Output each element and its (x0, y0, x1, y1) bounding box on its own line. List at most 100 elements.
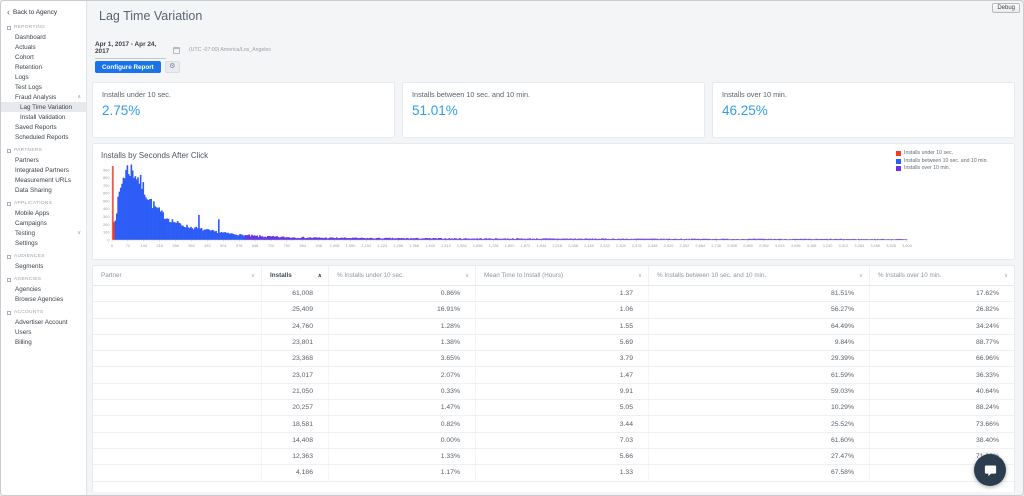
value-cell: 24,760 (261, 318, 328, 334)
filter-chevron-icon[interactable]: ∨ (859, 273, 863, 279)
stat-card-installs-over-10-min: Installs over 10 min. 46.25% (712, 82, 1015, 138)
sidebar-item-fraud-analysis[interactable]: Fraud Analysis ∧ (1, 92, 86, 102)
table-header-row: Partner ∨ Installs ∧ % Installs under 10 sec… (93, 266, 1014, 286)
sidebar-item-cohort[interactable]: Cohort (1, 52, 86, 62)
column-label: % Installs under 10 sec. (337, 272, 404, 279)
sort-asc-icon[interactable]: ∧ (318, 273, 322, 279)
partner-cell (93, 367, 261, 382)
value-cell: 38.40% (869, 432, 1014, 448)
sidebar-item-campaigns[interactable]: Campaigns (1, 218, 86, 228)
report-settings-button[interactable]: ⚙ (164, 61, 180, 73)
column-header-installs-under-10-sec[interactable]: % Installs under 10 sec. ∨ (328, 266, 475, 285)
svg-text:1,584: 1,584 (457, 243, 468, 248)
debug-button[interactable]: Debug (992, 3, 1020, 13)
sidebar-item-retention[interactable]: Retention (1, 62, 86, 72)
filter-chevron-icon[interactable]: ∨ (465, 273, 469, 279)
sidebar-item-logs[interactable]: Logs (1, 72, 86, 82)
value-cell: 1.17% (328, 465, 475, 481)
sidebar-item-saved-reports[interactable]: Saved Reports (1, 122, 86, 132)
column-header-installs-over-10-min[interactable]: % Installs over 10 min. ∨ (869, 266, 1014, 285)
sidebar-item-actuals[interactable]: Actuals (1, 42, 86, 52)
svg-text:400: 400 (103, 206, 110, 211)
sidebar-item-install-validation[interactable]: Install Validation (1, 112, 86, 122)
table-row[interactable]: 12,3631.33%5.6627.47%71.20% (93, 448, 1014, 466)
sidebar-item-label: Retention (15, 63, 42, 71)
value-cell: 67.58% (648, 465, 869, 481)
sidebar-item-advertiser-account[interactable]: Advertiser Account (1, 317, 86, 327)
configure-report-button[interactable]: Configure Report (95, 61, 161, 73)
report-actions: Configure Report ⚙ (95, 61, 180, 73)
svg-text:864: 864 (300, 243, 307, 248)
value-cell: 9.84% (648, 334, 869, 351)
legend-item-installs-over-10-min: Installs over 10 min. (896, 165, 1004, 172)
table-row[interactable]: 25,409 16.91% 1.06 56.27% 26.82% (93, 302, 1014, 319)
table-row[interactable]: 4,1861.17%1.3367.58%31.25% (93, 465, 1014, 482)
svg-text:1,728: 1,728 (489, 243, 499, 248)
sidebar-item-label: Test Logs (15, 83, 42, 91)
main-content: Debug Lag Time Variation Apr 1, 2017 - A… (88, 2, 1022, 494)
svg-text:3,528: 3,528 (886, 243, 896, 248)
sidebar-item-segments[interactable]: Segments (1, 261, 86, 271)
sidebar-item-partners[interactable]: Partners (1, 155, 86, 165)
sidebar-item-browse-agencies[interactable]: Browse Agencies (1, 294, 86, 304)
sidebar-item-users[interactable]: Users (1, 327, 86, 337)
column-header-installs[interactable]: Installs ∧ (261, 266, 328, 285)
sidebar-item-data-sharing[interactable]: Data Sharing (1, 185, 86, 195)
table-row[interactable]: 14,408 0.00% 7.03 61.60% 38.40% (93, 432, 1014, 449)
svg-text:500: 500 (103, 198, 110, 203)
section-label: Reporting (14, 25, 46, 30)
svg-text:3,096: 3,096 (791, 243, 801, 248)
sidebar-item-measurement-urls[interactable]: Measurement URLs (1, 175, 86, 185)
sidebar-sections: Reporting Dashboard Actuals Cohort Retention… (1, 23, 86, 347)
partner-cell (93, 416, 261, 431)
column-header-mean-time-to-install-hours[interactable]: Mean Time to Install (Hours) ∨ (475, 266, 648, 285)
sidebar-item-testing[interactable]: Testing ∨ (1, 228, 86, 238)
table-row[interactable]: 21,050 0.33% 9.91 59.03% 40.64% (93, 383, 1014, 401)
table-row[interactable]: 20,257 1.47% 5.05 10.29% 88.24% (93, 400, 1014, 417)
stat-label: Installs between 10 sec. and 10 min. (412, 90, 531, 99)
sidebar-item-integrated-partners[interactable]: Integrated Partners (1, 165, 86, 175)
sidebar-item-label: Segments (15, 262, 44, 270)
partner-cell (93, 400, 261, 415)
sidebar-item-dashboard[interactable]: Dashboard (1, 32, 86, 42)
value-cell: 26.82% (869, 302, 1014, 318)
svg-text:2,880: 2,880 (743, 243, 754, 248)
table-row[interactable]: 24,760 1.28% 1.55 64.49% 34.24% (93, 318, 1014, 335)
value-cell: 40.64% (869, 383, 1014, 400)
sidebar-item-billing[interactable]: Billing (1, 337, 86, 347)
chat-widget-button[interactable] (974, 454, 1006, 486)
sidebar-item-scheduled-reports[interactable]: Scheduled Reports (1, 132, 86, 142)
table-row[interactable]: 23,017 2.07% 1.47 61.59% 36.33% (93, 367, 1014, 384)
filter-chevron-icon[interactable]: ∨ (638, 273, 642, 279)
back-to-agency-link[interactable]: ‹ Back to Agency (1, 5, 86, 19)
sidebar-item-label: Browse Agencies (15, 295, 64, 303)
sidebar-item-label: Settings (15, 239, 38, 247)
calendar-icon[interactable] (173, 46, 180, 54)
value-cell: 1.06 (475, 302, 648, 318)
sidebar-item-label: Actuals (15, 43, 36, 51)
column-label: % Installs between 10 sec. and 10 min. (657, 272, 767, 279)
table-row[interactable]: 18,581 0.82% 3.44 25.52% 73.66% (93, 416, 1014, 433)
filter-chevron-icon[interactable]: ∨ (251, 273, 255, 279)
sidebar-item-agencies[interactable]: Agencies (1, 284, 86, 294)
sidebar-item-test-logs[interactable]: Test Logs (1, 82, 86, 92)
value-cell: 3.65% (328, 351, 475, 367)
table-row[interactable]: 23,801 1.38% 5.69 9.84% 88.77% (93, 334, 1014, 352)
date-range-input[interactable]: Apr 1, 2017 - Apr 24, 2017 (95, 41, 166, 59)
section-label: Audiences (14, 254, 45, 259)
table-row[interactable]: 61,008 0.86% 1.37 81.51% 17.62% (93, 286, 1014, 303)
column-header-partner[interactable]: Partner ∨ (93, 266, 261, 285)
sidebar-item-mobile-apps[interactable]: Mobile Apps (1, 208, 86, 218)
sidebar-item-label: Fraud Analysis (15, 93, 57, 101)
sidebar-item-lag-time-variation[interactable]: Lag Time Variation (1, 102, 86, 112)
table-row[interactable]: 23,368 3.65% 3.79 29.39% 66.96% (93, 351, 1014, 368)
sidebar-item-label: Partners (15, 156, 39, 164)
sidebar-item-settings[interactable]: Settings (1, 238, 86, 248)
svg-text:0: 0 (111, 243, 114, 248)
svg-text:3,600: 3,600 (902, 243, 913, 248)
page-title: Lag Time Variation (99, 9, 203, 23)
svg-text:1,512: 1,512 (441, 243, 451, 248)
stats-row: Installs under 10 sec. 2.75% Installs betw… (92, 82, 1015, 138)
filter-chevron-icon[interactable]: ∨ (1004, 273, 1008, 279)
column-header-installs-between-10-sec-and-10-min[interactable]: % Installs between 10 sec. and 10 min. ∨ (648, 266, 869, 285)
